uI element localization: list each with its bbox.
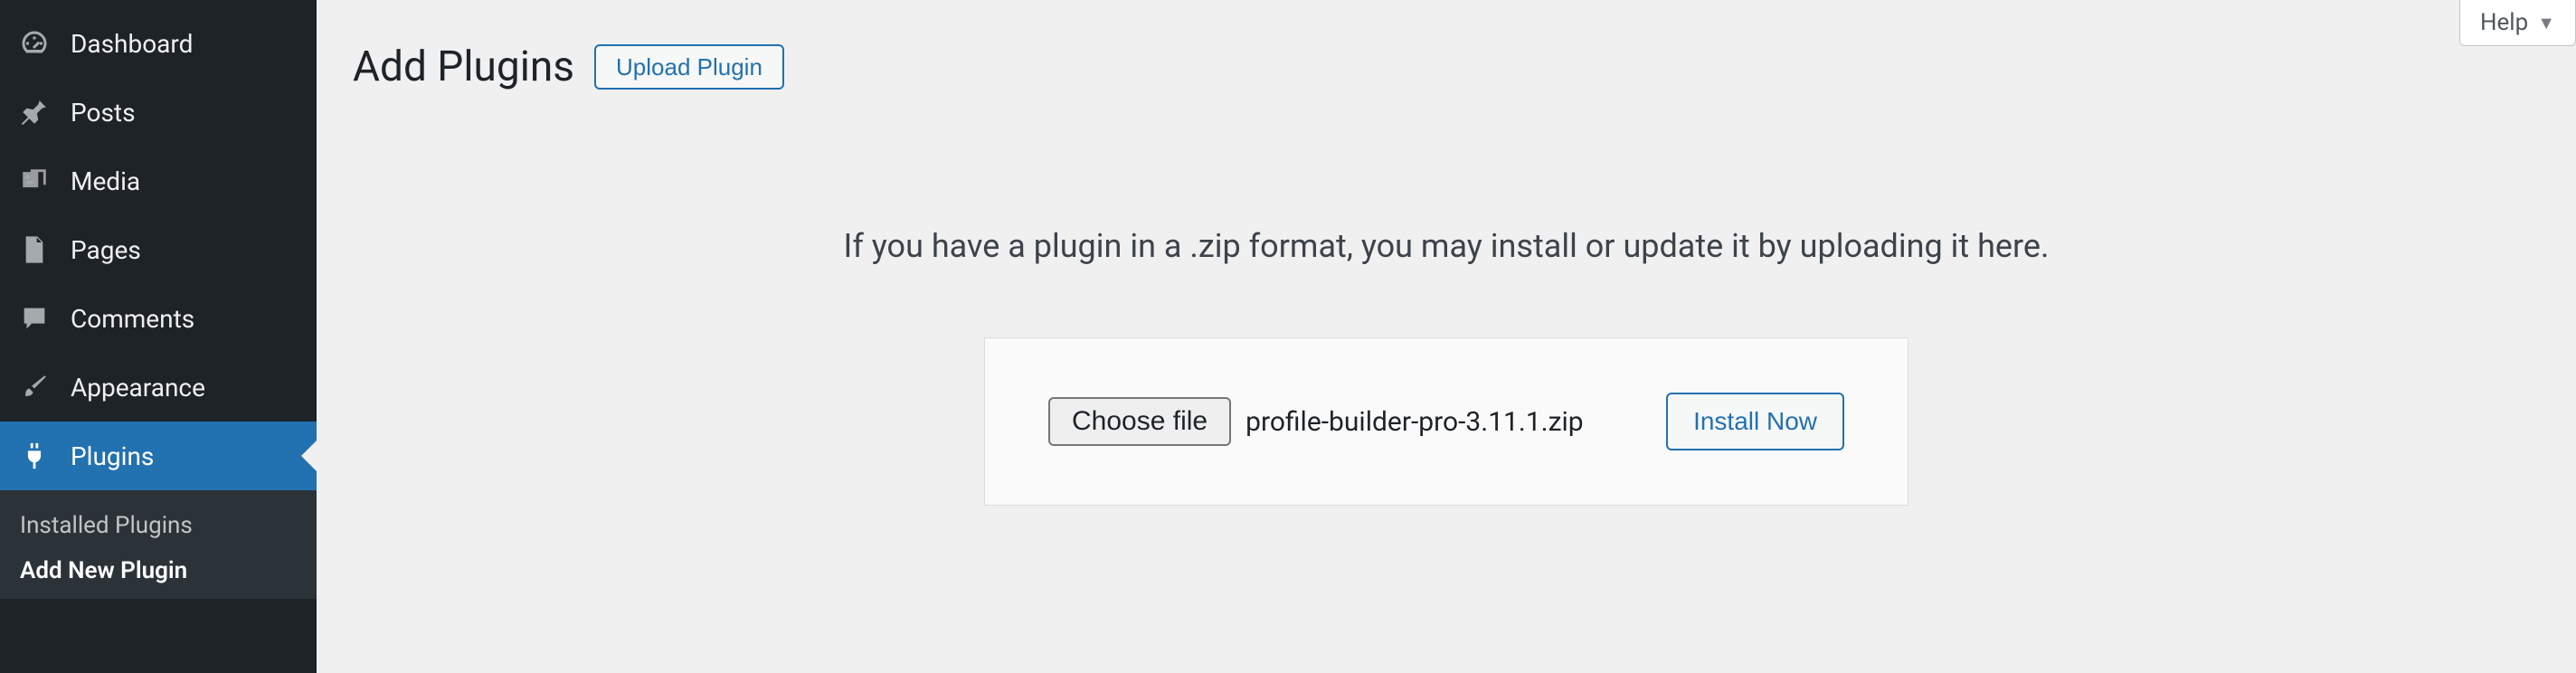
sidebar-item-comments[interactable]: Comments (0, 284, 317, 353)
sidebar-item-posts[interactable]: Posts (0, 78, 317, 147)
media-icon (16, 163, 52, 199)
pin-icon (16, 94, 52, 130)
help-tab[interactable]: Help ▼ (2459, 0, 2576, 46)
admin-sidebar: Dashboard Posts Media Pages Comments App… (0, 0, 317, 673)
sidebar-item-label: Posts (71, 98, 136, 128)
upload-instruction: If you have a plugin in a .zip format, y… (353, 227, 2540, 265)
sidebar-item-pages[interactable]: Pages (0, 215, 317, 284)
help-label: Help (2480, 9, 2528, 36)
sidebar-item-label: Plugins (71, 441, 154, 471)
file-input-group: Choose file profile-builder-pro-3.11.1.z… (1048, 397, 1584, 446)
brush-icon (16, 369, 52, 405)
sidebar-item-label: Pages (71, 235, 141, 265)
sidebar-item-media[interactable]: Media (0, 147, 317, 215)
sidebar-item-plugins[interactable]: Plugins (0, 422, 317, 490)
page-header: Add Plugins Upload Plugin (353, 43, 2540, 91)
gauge-icon (16, 25, 52, 62)
sidebar-item-label: Comments (71, 304, 194, 334)
main-content: Help ▼ Add Plugins Upload Plugin If you … (317, 0, 2576, 673)
sidebar-item-label: Media (71, 166, 140, 196)
sidebar-item-label: Appearance (71, 373, 205, 403)
plug-icon (16, 438, 52, 474)
sidebar-item-dashboard[interactable]: Dashboard (0, 9, 317, 78)
comment-icon (16, 300, 52, 336)
page-title: Add Plugins (353, 43, 574, 91)
upload-form: Choose file profile-builder-pro-3.11.1.z… (984, 337, 1908, 506)
upload-plugin-button[interactable]: Upload Plugin (594, 44, 784, 90)
sidebar-item-label: Dashboard (71, 29, 193, 59)
submenu-installed-plugins[interactable]: Installed Plugins (0, 503, 317, 548)
selected-filename: profile-builder-pro-3.11.1.zip (1245, 406, 1584, 438)
page-icon (16, 232, 52, 268)
install-now-button[interactable]: Install Now (1666, 393, 1844, 450)
plugins-submenu: Installed Plugins Add New Plugin (0, 490, 317, 599)
sidebar-item-appearance[interactable]: Appearance (0, 353, 317, 422)
submenu-add-new-plugin[interactable]: Add New Plugin (0, 548, 317, 593)
choose-file-button[interactable]: Choose file (1048, 397, 1231, 446)
chevron-down-icon: ▼ (2537, 12, 2555, 34)
